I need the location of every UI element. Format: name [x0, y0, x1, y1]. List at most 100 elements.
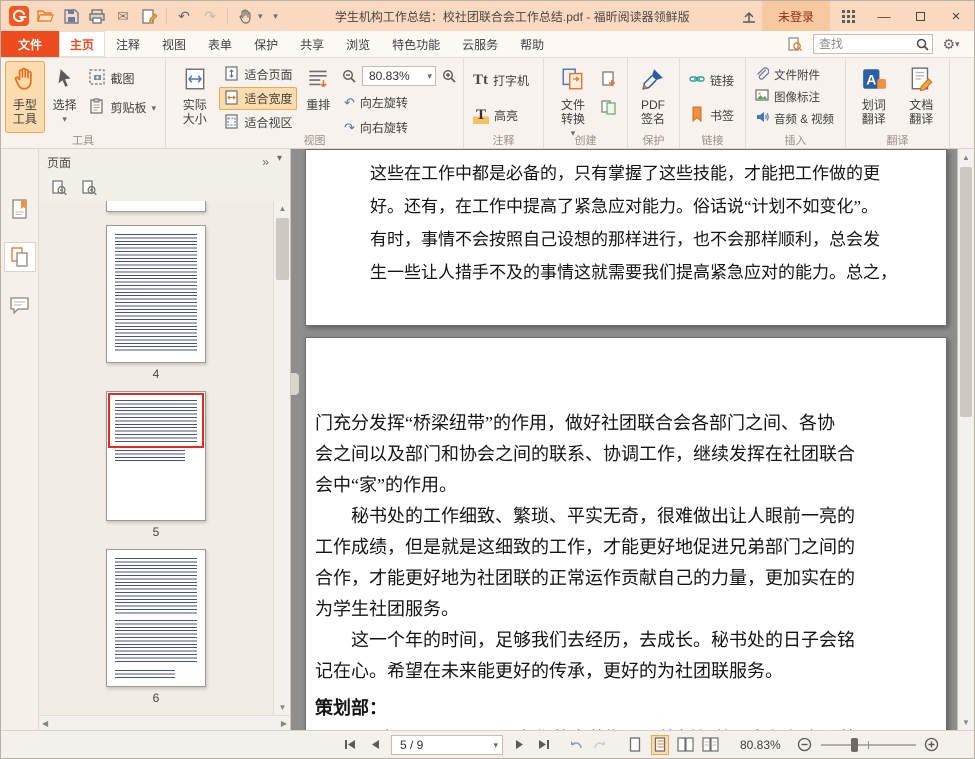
document-area[interactable]: 这些在工作中都是必备的，只有掌握了这些技能，才能把工作做的更 好。还有，在工作中… — [291, 149, 974, 730]
tab-file[interactable]: 文件 — [1, 31, 59, 57]
reflow-button[interactable]: 重排 — [297, 61, 339, 133]
hand-tool-button[interactable]: 手型工具 — [5, 61, 45, 133]
facing-page-mode-button[interactable] — [676, 735, 694, 755]
tab-form[interactable]: 表单 — [197, 31, 243, 57]
highlight-button[interactable]: T 高亮 — [468, 104, 534, 127]
edit-note-icon[interactable] — [137, 4, 161, 28]
combine-files-icon[interactable] — [599, 97, 619, 117]
zoom-in-ribbon-icon[interactable] — [440, 67, 458, 85]
share-icon[interactable] — [737, 4, 761, 28]
word-translate-button[interactable]: A 划词翻译 — [850, 61, 898, 133]
thumbnail-scrollbar[interactable]: ▲ ▼ — [273, 201, 290, 715]
page-thumbnail-6[interactable] — [106, 549, 206, 687]
quick-hand-tool-icon[interactable] — [233, 4, 257, 28]
save-icon[interactable] — [59, 4, 83, 28]
panel-splitter-handle[interactable] — [291, 373, 299, 395]
login-button[interactable]: 未登录 — [762, 1, 830, 31]
tab-browse[interactable]: 浏览 — [335, 31, 381, 57]
doc-translate-button[interactable]: 文档翻译 — [898, 61, 946, 133]
thumbnail-hscrollbar[interactable]: ◀ ▶ — [39, 715, 290, 730]
zoom-in-status-button[interactable] — [923, 735, 941, 755]
maximize-button[interactable] — [902, 1, 938, 31]
doc-scroll-up-icon[interactable]: ▲ — [958, 149, 974, 165]
tab-protect[interactable]: 保护 — [243, 31, 289, 57]
comments-panel-icon[interactable] — [5, 291, 35, 319]
create-blank-pdf-icon[interactable] — [599, 69, 619, 89]
gear-icon[interactable]: ⚙▾ — [939, 32, 963, 56]
doc-scroll-down-icon[interactable]: ▼ — [958, 714, 974, 730]
document-scrollbar[interactable]: ▲ ▼ — [957, 149, 974, 730]
pages-panel-icon[interactable] — [5, 243, 35, 271]
tab-view[interactable]: 视图 — [151, 31, 197, 57]
search-icon[interactable] — [913, 35, 931, 53]
print-icon[interactable] — [85, 4, 109, 28]
first-page-button[interactable] — [341, 735, 359, 755]
panel-menu-caret[interactable]: ▾ — [277, 155, 282, 169]
page-thumbnail-4[interactable] — [106, 225, 206, 363]
zoom-combobox[interactable]: 80.83% ▾ — [362, 66, 436, 86]
zoom-slider[interactable] — [821, 735, 916, 755]
fit-width-button[interactable]: 适合宽度 — [219, 87, 297, 110]
zoom-out-status-button[interactable] — [796, 735, 814, 755]
page-thumbnail-partial[interactable] — [106, 201, 206, 212]
zoom-slider-knob[interactable] — [851, 738, 858, 752]
continuous-facing-mode-button[interactable] — [701, 735, 719, 755]
previous-view-button[interactable] — [566, 735, 584, 755]
find-in-page-icon[interactable] — [783, 32, 807, 56]
single-page-mode-button[interactable] — [626, 735, 644, 755]
tab-cloud[interactable]: 云服务 — [451, 31, 509, 57]
tab-help[interactable]: 帮助 — [509, 31, 555, 57]
protect-group-label: 保护 — [628, 132, 679, 148]
enlarge-thumbnails-icon[interactable] — [80, 179, 98, 197]
convert-button[interactable]: 文件转换 ▾ — [548, 61, 598, 133]
image-annotation-button[interactable]: 图像标注 — [750, 87, 839, 106]
fit-page-button[interactable]: 适合页面 — [219, 63, 297, 86]
scrollbar-thumb[interactable] — [276, 218, 289, 280]
page-thumbnail-5[interactable] — [106, 391, 206, 521]
page-number-combobox[interactable]: 5 / 9 ▾ — [391, 735, 503, 755]
reduce-thumbnails-icon[interactable] — [50, 179, 68, 197]
scroll-down-icon[interactable]: ▼ — [274, 700, 290, 715]
quick-hand-dropdown-caret[interactable]: ▾ — [258, 12, 263, 20]
doc-scrollbar-thumb[interactable] — [960, 167, 972, 417]
file-attachment-button[interactable]: 文件附件 — [750, 65, 839, 84]
thumbnail-viewport-indicator[interactable] — [108, 393, 204, 448]
undo-icon[interactable]: ↶ — [172, 4, 196, 28]
tab-share[interactable]: 共享 — [289, 31, 335, 57]
tab-home[interactable]: 主页 — [59, 31, 105, 57]
bookmarks-panel-icon[interactable] — [5, 195, 35, 223]
snapshot-button[interactable]: 截图 — [84, 67, 161, 90]
rotate-left-button[interactable]: ↶ 向左旋转 — [339, 91, 459, 114]
convert-label: 文件转换 — [557, 98, 589, 126]
open-file-icon[interactable] — [33, 4, 57, 28]
email-icon[interactable]: ✉ — [111, 4, 135, 28]
actual-size-button[interactable]: 实际大小 — [170, 61, 219, 133]
next-view-button[interactable] — [591, 735, 609, 755]
tab-comment[interactable]: 注释 — [105, 31, 151, 57]
zoom-out-ribbon-icon[interactable] — [340, 67, 358, 85]
minimize-button[interactable]: — — [866, 1, 902, 31]
pdf-sign-button[interactable]: PDF签名 — [632, 61, 674, 133]
panel-collapse-icon[interactable]: » — [262, 155, 269, 169]
customize-toolbar-caret[interactable]: ▾ — [264, 4, 288, 28]
audio-video-button[interactable]: 音频 & 视频 — [750, 109, 839, 128]
scroll-right-icon[interactable]: ▶ — [281, 719, 287, 728]
tab-features[interactable]: 特色功能 — [381, 31, 451, 57]
typewriter-button[interactable]: Tt 打字机 — [468, 69, 534, 92]
close-button[interactable]: × — [938, 1, 974, 31]
redo-icon[interactable]: ↷ — [198, 4, 222, 28]
search-input[interactable] — [814, 37, 912, 51]
fit-visible-button[interactable]: 适合视区 — [219, 111, 297, 134]
previous-page-button[interactable] — [366, 735, 384, 755]
scroll-left-icon[interactable]: ◀ — [42, 719, 48, 728]
pages-panel-header: 页面 » ▾ — [39, 149, 290, 175]
bookmark-button[interactable]: 书签 — [684, 104, 739, 127]
scroll-up-icon[interactable]: ▲ — [274, 201, 290, 216]
select-tool-button[interactable]: 选择 ▾ — [45, 61, 85, 133]
clipboard-button[interactable]: 剪贴板 ▾ — [84, 96, 161, 119]
last-page-button[interactable] — [535, 735, 553, 755]
continuous-page-mode-button[interactable] — [651, 735, 669, 755]
apps-grid-icon[interactable] — [830, 1, 866, 31]
next-page-button[interactable] — [510, 735, 528, 755]
link-button[interactable]: 链接 — [684, 69, 739, 92]
